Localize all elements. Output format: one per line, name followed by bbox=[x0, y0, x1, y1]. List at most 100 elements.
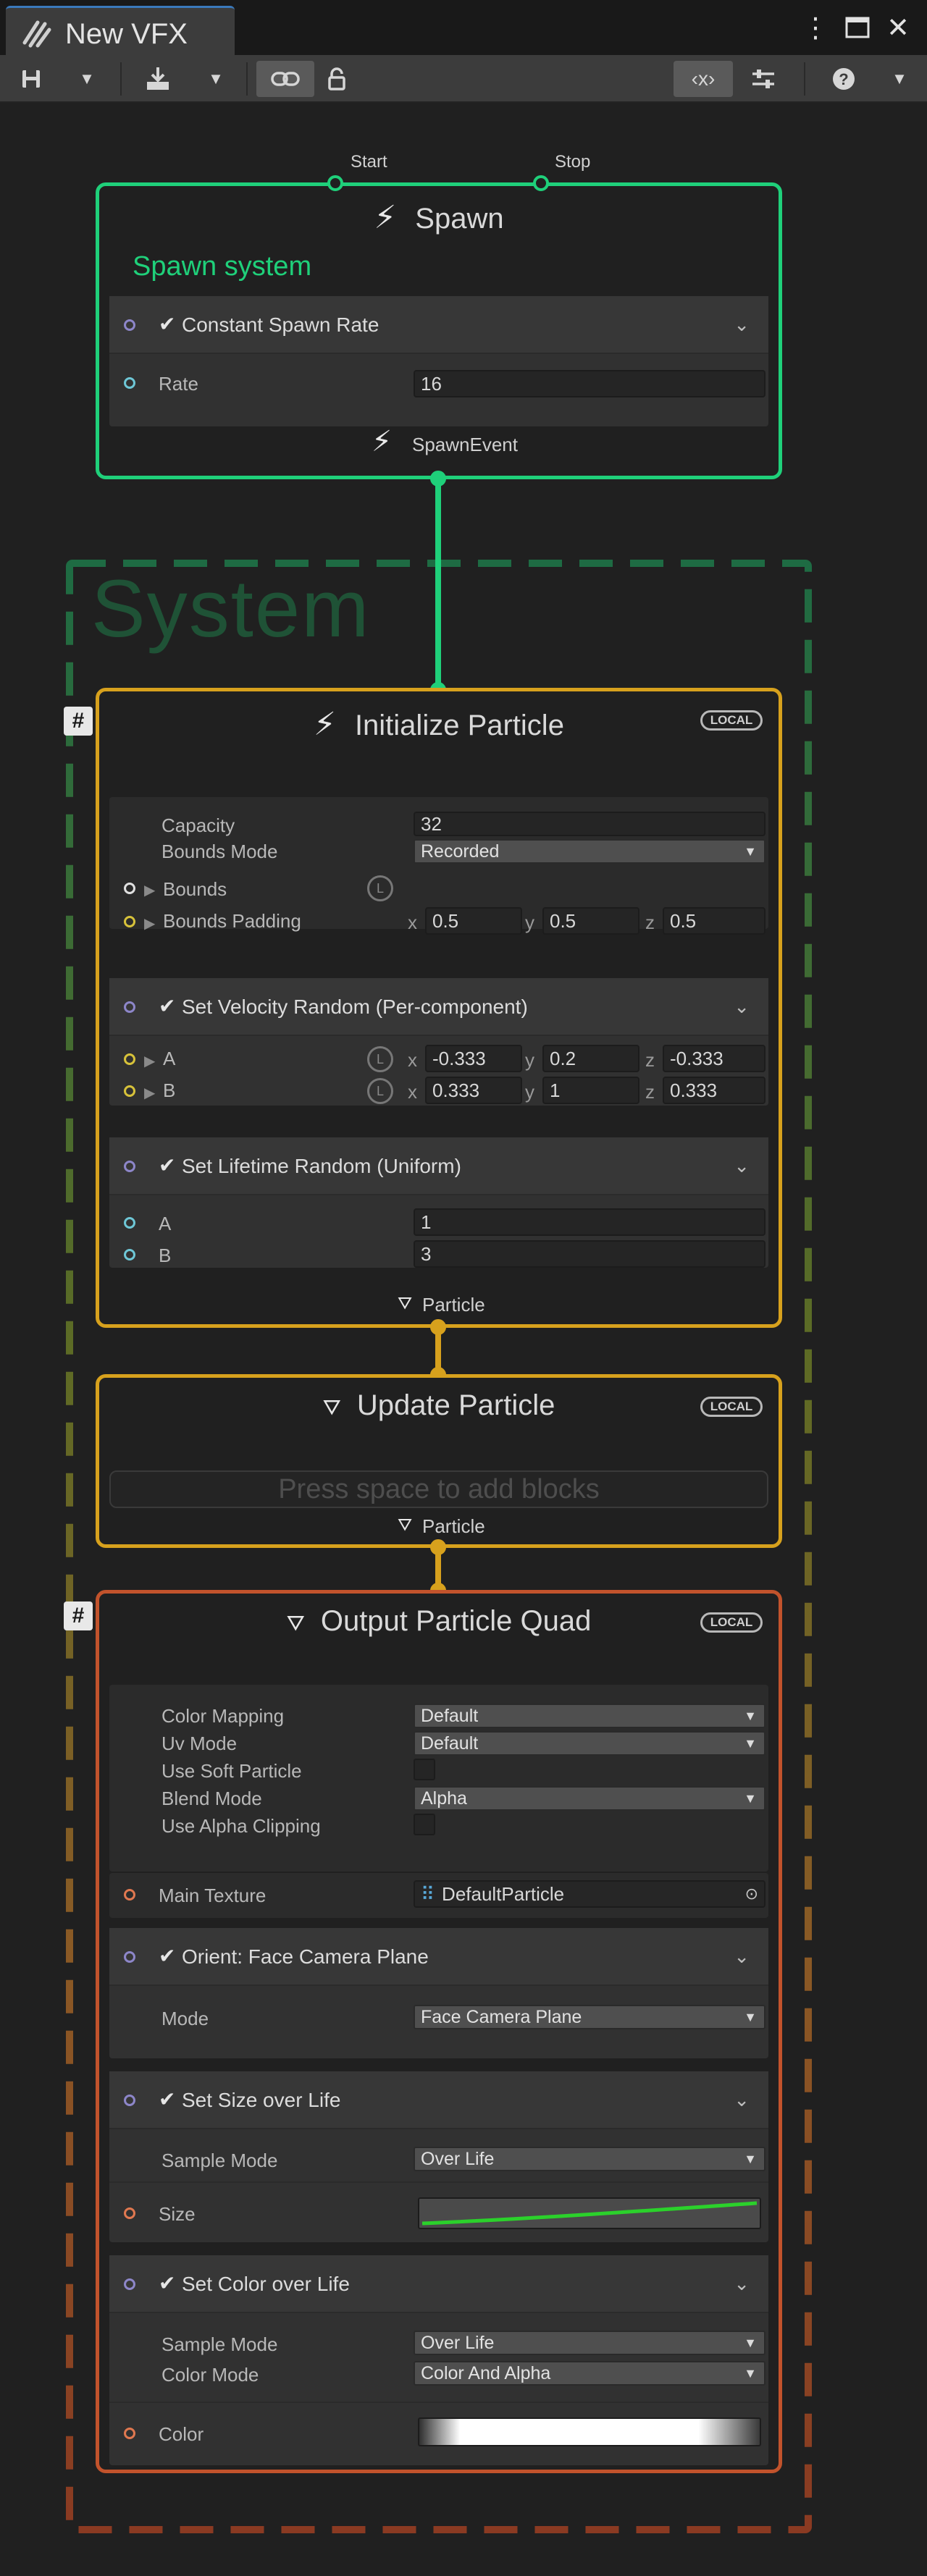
blend-mode-dropdown[interactable]: Alpha ▼ bbox=[414, 1786, 765, 1811]
block-enabled-checkbox[interactable]: ✔ bbox=[159, 2273, 177, 2294]
local-badge[interactable]: LOCAL bbox=[700, 1612, 763, 1633]
chevron-down-icon[interactable]: ⌄ bbox=[734, 2089, 750, 2111]
velocity-b-x[interactable]: 0.333 bbox=[425, 1077, 522, 1104]
lifetime-b-field[interactable]: 3 bbox=[414, 1240, 765, 1268]
velocity-a-y[interactable]: 0.2 bbox=[542, 1045, 639, 1072]
maximize-icon[interactable] bbox=[842, 12, 873, 43]
alpha-clipping-checkbox[interactable] bbox=[414, 1814, 435, 1835]
chevron-down-icon[interactable]: ⌄ bbox=[734, 1945, 750, 1968]
size-sample-mode-dropdown[interactable]: Over Life ▼ bbox=[414, 2147, 765, 2171]
block-header[interactable]: ✔ Set Velocity Random (Per-component) ⌄ bbox=[109, 978, 768, 1036]
block-set-size-over-life[interactable]: ✔ Set Size over Life ⌄ Sample Mode Over … bbox=[109, 2071, 768, 2242]
rate-field[interactable]: 16 bbox=[414, 370, 765, 397]
velocity-a-z[interactable]: -0.333 bbox=[663, 1045, 765, 1072]
local-space-icon[interactable]: L bbox=[367, 1046, 393, 1072]
input-slot-b[interactable] bbox=[124, 1249, 135, 1260]
input-slot-a[interactable] bbox=[124, 1217, 135, 1229]
local-badge[interactable]: LOCAL bbox=[700, 1397, 763, 1417]
tab-new-vfx[interactable]: New VFX bbox=[6, 6, 235, 55]
capacity-field[interactable]: 32 bbox=[414, 812, 765, 836]
menu-dropdown-icon[interactable]: ▼ bbox=[885, 61, 914, 97]
chevron-down-icon[interactable]: ⌄ bbox=[734, 313, 750, 336]
chevron-down-icon[interactable]: ⌄ bbox=[734, 1155, 750, 1177]
save-icon[interactable] bbox=[13, 61, 49, 97]
bounds-padding-x[interactable]: 0.5 bbox=[425, 907, 522, 935]
block-enabled-checkbox[interactable]: ✔ bbox=[159, 2089, 177, 2110]
hash-icon[interactable]: # bbox=[64, 1601, 93, 1630]
inspector-icon[interactable] bbox=[743, 61, 784, 97]
chevron-down-icon[interactable]: ⌄ bbox=[734, 996, 750, 1018]
uv-mode-dropdown[interactable]: Default ▼ bbox=[414, 1731, 765, 1756]
block-enabled-checkbox[interactable]: ✔ bbox=[159, 996, 177, 1016]
block-header[interactable]: ✔ Set Color over Life ⌄ bbox=[109, 2255, 768, 2313]
import-dropdown-icon[interactable]: ▼ bbox=[201, 61, 230, 97]
color-mode-dropdown[interactable]: Color And Alpha ▼ bbox=[414, 2361, 765, 2386]
local-space-icon[interactable]: L bbox=[367, 875, 393, 901]
block-set-lifetime-random[interactable]: ✔ Set Lifetime Random (Uniform) ⌄ A 1 B … bbox=[109, 1137, 768, 1268]
bounds-mode-dropdown[interactable]: Recorded ▼ bbox=[414, 839, 765, 864]
expand-arrow-icon[interactable]: ▶ bbox=[144, 881, 155, 899]
activation-slot[interactable] bbox=[124, 1161, 135, 1172]
link-icon[interactable] bbox=[256, 61, 314, 97]
blackboard-icon[interactable]: ‹x› bbox=[674, 61, 733, 97]
save-dropdown-icon[interactable]: ▼ bbox=[72, 61, 101, 97]
block-header[interactable]: ✔ Orient: Face Camera Plane ⌄ bbox=[109, 1928, 768, 1986]
initialize-output-port[interactable] bbox=[430, 1319, 446, 1335]
system-title[interactable]: System bbox=[91, 562, 370, 655]
input-slot-size[interactable] bbox=[124, 2207, 135, 2219]
lock-icon[interactable] bbox=[319, 61, 355, 97]
activation-slot[interactable] bbox=[124, 319, 135, 331]
block-header[interactable]: ✔ Set Lifetime Random (Uniform) ⌄ bbox=[109, 1137, 768, 1195]
input-slot-color[interactable] bbox=[124, 2428, 135, 2439]
activation-slot[interactable] bbox=[124, 1001, 135, 1013]
output-particle-quad-context[interactable]: ⛛ Output Particle Quad LOCAL Color Mappin… bbox=[96, 1590, 782, 2473]
color-gradient-field[interactable] bbox=[418, 2417, 761, 2446]
block-set-color-over-life[interactable]: ✔ Set Color over Life ⌄ Sample Mode Over… bbox=[109, 2255, 768, 2465]
soft-particle-checkbox[interactable] bbox=[414, 1759, 435, 1780]
size-curve-field[interactable] bbox=[418, 2197, 761, 2229]
input-slot-bounds-padding[interactable] bbox=[124, 916, 135, 927]
block-header[interactable]: ✔ Constant Spawn Rate ⌄ bbox=[109, 296, 768, 354]
block-orient-face-camera-plane[interactable]: ✔ Orient: Face Camera Plane ⌄ Mode Face … bbox=[109, 1928, 768, 2058]
block-header[interactable]: ✔ Set Size over Life ⌄ bbox=[109, 2071, 768, 2129]
local-badge[interactable]: LOCAL bbox=[700, 710, 763, 731]
bounds-padding-z[interactable]: 0.5 bbox=[663, 907, 765, 935]
activation-slot[interactable] bbox=[124, 1951, 135, 1963]
velocity-b-z[interactable]: 0.333 bbox=[663, 1077, 765, 1104]
object-picker-icon[interactable]: ⊙ bbox=[745, 1882, 758, 1906]
hash-icon[interactable]: # bbox=[64, 707, 93, 736]
expand-arrow-icon[interactable]: ▶ bbox=[144, 1052, 155, 1070]
block-enabled-checkbox[interactable]: ✔ bbox=[159, 314, 177, 334]
velocity-a-x[interactable]: -0.333 bbox=[425, 1045, 522, 1072]
block-set-velocity-random[interactable]: ✔ Set Velocity Random (Per-component) ⌄ … bbox=[109, 978, 768, 1106]
spawn-context[interactable]: ⚡ Spawn Spawn system ✔ Constant Spawn Rat… bbox=[96, 182, 782, 479]
help-icon[interactable]: ? bbox=[826, 61, 862, 97]
local-space-icon[interactable]: L bbox=[367, 1078, 393, 1104]
input-slot-main-texture[interactable] bbox=[124, 1889, 135, 1901]
add-blocks-placeholder[interactable]: Press space to add blocks bbox=[109, 1470, 768, 1508]
input-slot-bounds[interactable] bbox=[124, 883, 135, 894]
chevron-down-icon[interactable]: ⌄ bbox=[734, 2273, 750, 2295]
spawn-event-output-port[interactable] bbox=[430, 471, 446, 487]
velocity-b-y[interactable]: 1 bbox=[542, 1077, 639, 1104]
input-slot-b[interactable] bbox=[124, 1085, 135, 1097]
more-vert-icon[interactable]: ⋮ bbox=[800, 12, 831, 43]
main-texture-field[interactable]: ⠿ DefaultParticle ⊙ bbox=[414, 1880, 765, 1908]
input-slot-rate[interactable] bbox=[124, 377, 135, 389]
start-port[interactable] bbox=[327, 175, 343, 191]
block-constant-spawn-rate[interactable]: ✔ Constant Spawn Rate ⌄ Rate 16 bbox=[109, 296, 768, 426]
expand-arrow-icon[interactable]: ▶ bbox=[144, 914, 155, 933]
update-output-port[interactable] bbox=[430, 1539, 446, 1555]
import-icon[interactable] bbox=[138, 61, 178, 97]
bounds-padding-y[interactable]: 0.5 bbox=[542, 907, 639, 935]
expand-arrow-icon[interactable]: ▶ bbox=[144, 1084, 155, 1102]
stop-port[interactable] bbox=[533, 175, 549, 191]
block-enabled-checkbox[interactable]: ✔ bbox=[159, 1156, 177, 1176]
activation-slot[interactable] bbox=[124, 2278, 135, 2290]
orient-mode-dropdown[interactable]: Face Camera Plane ▼ bbox=[414, 2005, 765, 2029]
initialize-context[interactable]: ⚡ Initialize Particle LOCAL Capacity 32 B… bbox=[96, 688, 782, 1328]
lifetime-a-field[interactable]: 1 bbox=[414, 1208, 765, 1236]
color-sample-mode-dropdown[interactable]: Over Life ▼ bbox=[414, 2331, 765, 2355]
close-icon[interactable]: ✕ bbox=[882, 12, 914, 43]
activation-slot[interactable] bbox=[124, 2095, 135, 2106]
